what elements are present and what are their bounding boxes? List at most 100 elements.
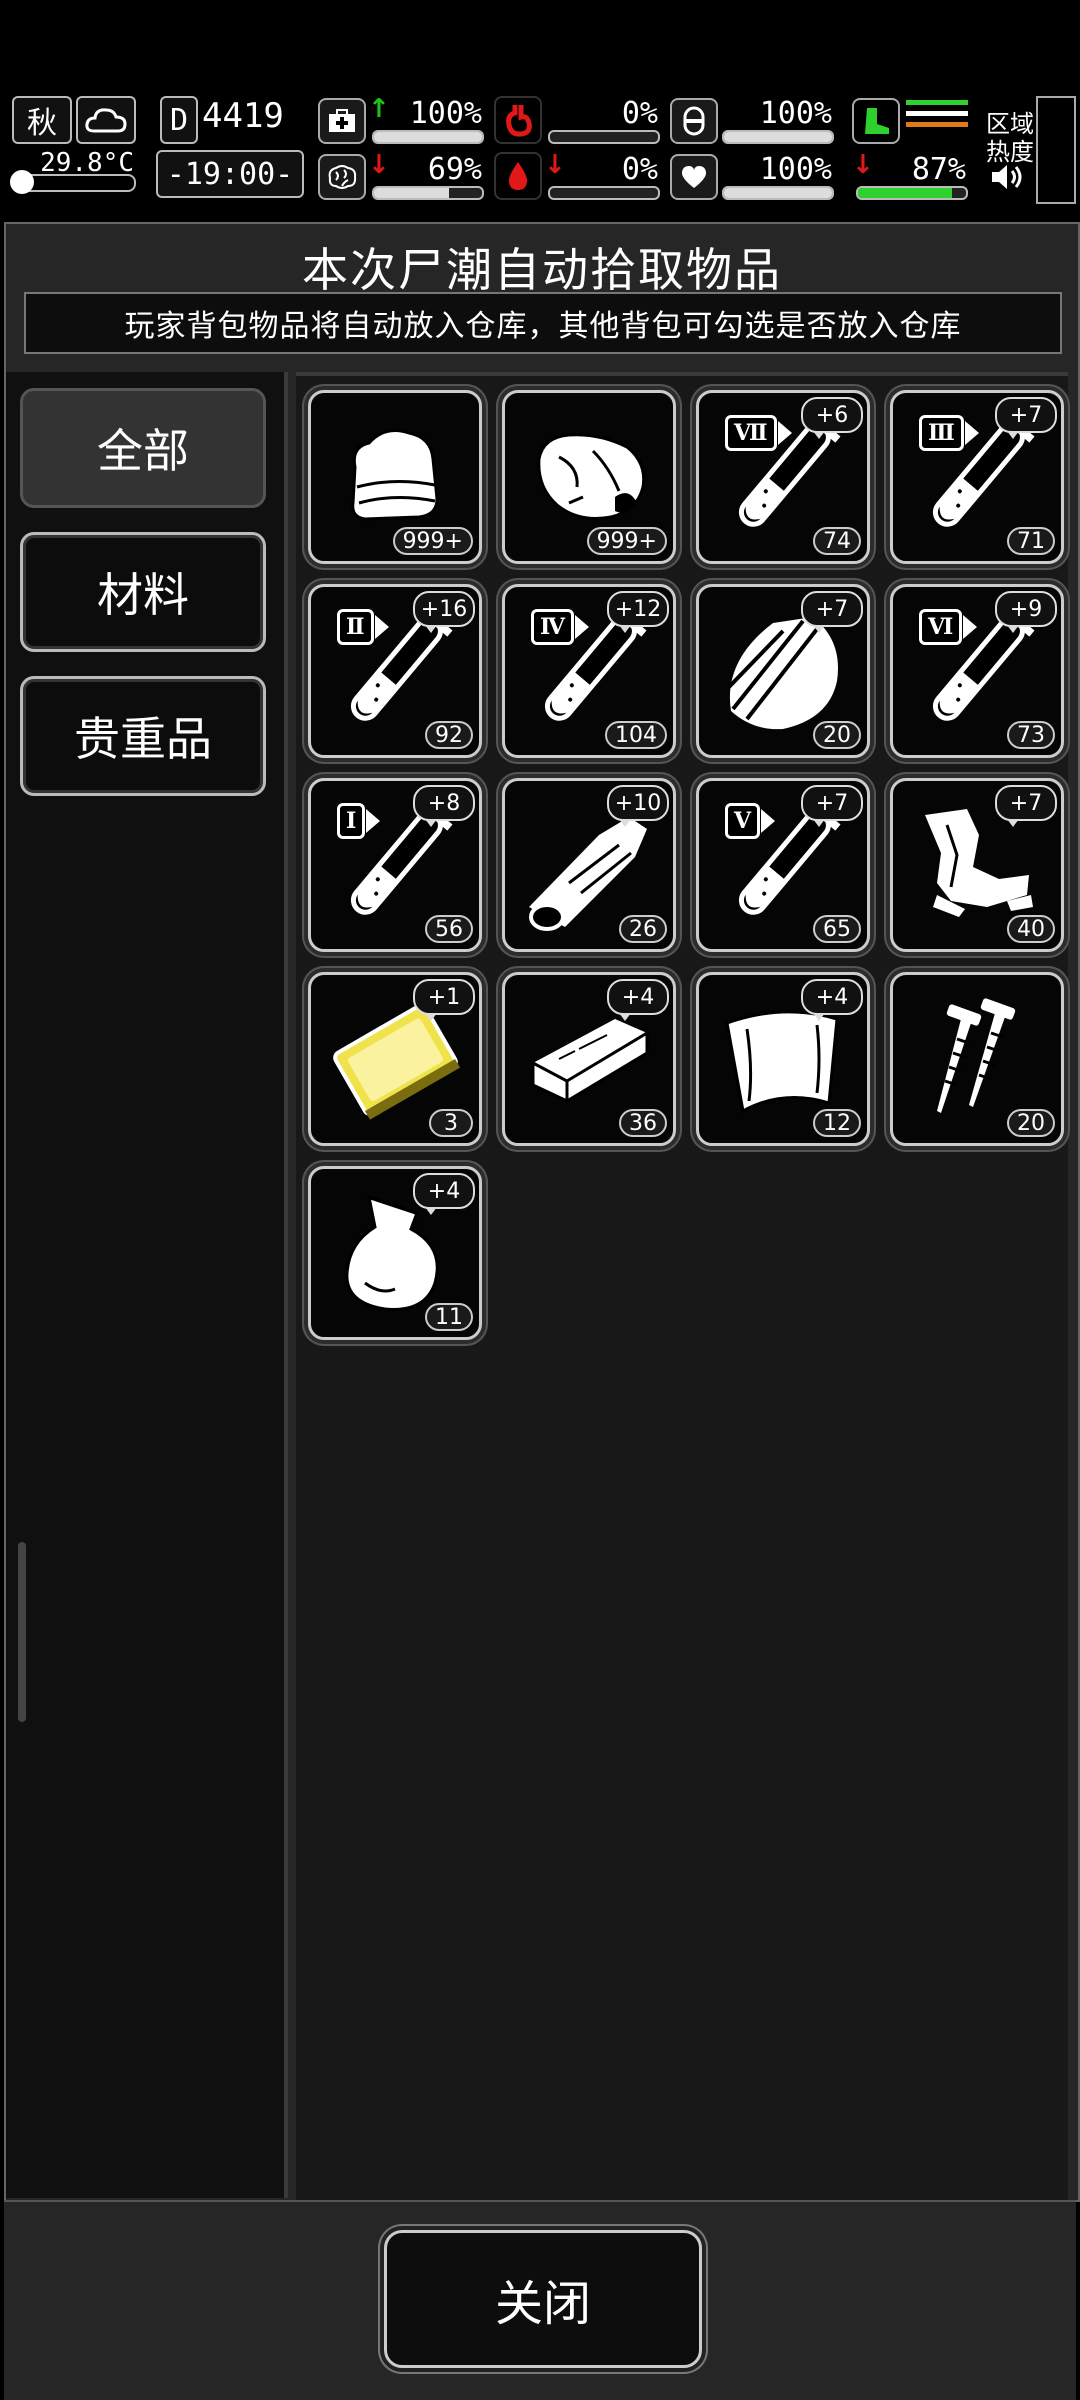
bonus-badge: +16 (413, 591, 475, 633)
nails-icon (937, 998, 1016, 1113)
tier-badge: Ⅰ (337, 803, 381, 839)
item-slot[interactable]: Ⅱ +16 92 (308, 584, 482, 758)
item-slot[interactable]: 999+ (308, 390, 482, 564)
item-count: 36 (619, 1109, 667, 1137)
close-button[interactable]: 关闭 (384, 2230, 702, 2368)
boot-icon (852, 98, 900, 144)
bonus-badge: +4 (607, 979, 669, 1021)
tab-valuables[interactable]: 贵重品 (20, 676, 266, 796)
heart-pct: 100% (759, 152, 832, 187)
heart-bar (722, 186, 834, 200)
bonus-badge: +6 (801, 397, 863, 439)
item-count: 40 (1007, 915, 1055, 943)
season-label: 秋 (27, 106, 57, 141)
tier-badge: Ⅳ (531, 609, 589, 645)
auto-pickup-panel: 本次尸潮自动拾取物品 玩家背包物品将自动放入仓库，其他背包可勾选是否放入仓库 全… (4, 222, 1080, 2202)
blood-drop-icon (494, 152, 542, 200)
bonus-badge: +7 (995, 397, 1057, 439)
item-slot[interactable]: +4 11 (308, 1166, 482, 1340)
item-slot[interactable]: Ⅶ +6 74 (696, 390, 870, 564)
item-slot[interactable]: +10 26 (502, 778, 676, 952)
stamina-lines (906, 100, 968, 138)
page-title: 本次尸潮自动拾取物品 (302, 243, 782, 297)
tier-badge: Ⅵ (919, 609, 978, 645)
bonus-badge: +4 (413, 1173, 475, 1215)
temperature-readout: 29.8°C (10, 148, 136, 198)
armor-bar-fill (724, 132, 832, 142)
item-count: 92 (425, 721, 473, 749)
bonus-badge: +10 (607, 785, 669, 827)
stamina-line-1 (906, 100, 968, 105)
bonus-badge: +7 (801, 785, 863, 827)
stomach-icon (494, 96, 542, 144)
item-count: 56 (425, 915, 473, 943)
status-hud: 秋 29.8°C D 4419 -19:00- ↑ 100% 0% 100% ↓… (0, 90, 1080, 212)
bonus-badge: +9 (995, 591, 1057, 633)
item-count: 73 (1007, 721, 1055, 749)
day-box: D (160, 96, 198, 144)
item-slot[interactable]: Ⅴ +7 65 (696, 778, 870, 952)
tab-materials[interactable]: 材料 (20, 532, 266, 652)
item-slot[interactable]: 999+ (502, 390, 676, 564)
item-slot[interactable]: Ⅰ +8 56 (308, 778, 482, 952)
item-slot[interactable]: +4 12 (696, 972, 870, 1146)
tier-badge: Ⅴ (725, 803, 776, 839)
item-slot[interactable]: Ⅳ +12 104 (502, 584, 676, 758)
panel-footer: 关闭 (4, 2200, 1076, 2400)
day-counter: 4419 (202, 96, 284, 136)
item-count: 999+ (392, 527, 473, 555)
item-count: 11 (425, 1303, 473, 1331)
item-count: 3 (429, 1109, 473, 1137)
item-count: 20 (813, 721, 861, 749)
item-slot[interactable]: Ⅵ +9 73 (890, 584, 1064, 758)
medkit-icon (318, 98, 366, 144)
hunger-bar (548, 130, 660, 144)
stamina-bar (856, 186, 968, 200)
sanity-bar (372, 186, 484, 200)
health-bar-fill (374, 132, 482, 142)
stamina-bar-fill (858, 188, 952, 198)
heart-bar-fill (724, 188, 832, 198)
cloth-icon (351, 429, 439, 521)
item-count: 65 (813, 915, 861, 943)
tier-badge: Ⅲ (919, 415, 979, 451)
close-button-label: 关闭 (494, 2276, 591, 2332)
tier-badge: Ⅶ (725, 415, 792, 451)
armor-bar (722, 130, 834, 144)
item-count: 104 (605, 721, 667, 749)
sanity-pct: 69% (427, 152, 482, 187)
item-slot[interactable]: 20 (890, 972, 1064, 1146)
health-pct: 100% (409, 96, 482, 131)
thirst-pct: 0% (621, 152, 658, 187)
item-grid: 999+ 999+ Ⅶ +6 74 Ⅲ +7 71 Ⅱ +16 92 Ⅳ +12 104 +7 20 Ⅵ +9 73… (296, 372, 1068, 2202)
meat-icon (537, 433, 646, 520)
zone-heat-meter (1036, 96, 1076, 204)
thermometer-bulb (10, 170, 34, 194)
sidebar-scrollbar[interactable] (18, 1542, 26, 1722)
item-slot[interactable]: Ⅲ +7 71 (890, 390, 1064, 564)
tier-badge: Ⅱ (337, 609, 388, 645)
item-count: 20 (1007, 1109, 1055, 1137)
tab-all[interactable]: 全部 (20, 388, 266, 508)
stamina-line-3 (906, 122, 968, 127)
armor-icon (670, 98, 718, 144)
thirst-bar (548, 186, 660, 200)
stamina-line-2 (906, 111, 968, 116)
sanity-bar-fill (374, 188, 449, 198)
tab-materials-label: 材料 (97, 568, 189, 622)
speaker-icon[interactable] (990, 162, 1026, 194)
item-slot[interactable]: +1 3 (308, 972, 482, 1146)
bonus-badge: +1 (413, 979, 475, 1021)
day-box-label: D (169, 102, 189, 138)
item-count: 71 (1007, 527, 1055, 555)
clock-display: -19:00- (156, 150, 304, 198)
tab-all-label: 全部 (97, 424, 189, 478)
item-slot[interactable]: +4 36 (502, 972, 676, 1146)
item-slot[interactable]: +7 40 (890, 778, 1064, 952)
bonus-badge: +4 (801, 979, 863, 1021)
item-count: 12 (813, 1109, 861, 1137)
armor-pct: 100% (759, 96, 832, 131)
item-slot[interactable]: +7 20 (696, 584, 870, 758)
bonus-badge: +7 (801, 591, 863, 633)
bonus-badge: +7 (995, 785, 1057, 827)
